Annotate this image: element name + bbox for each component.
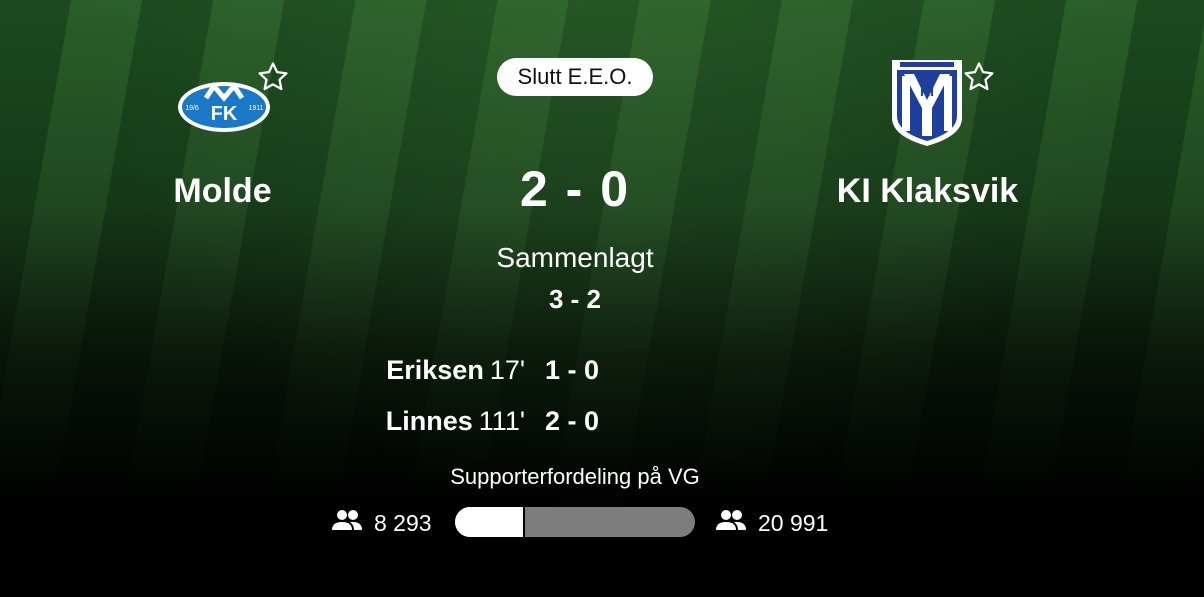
home-supporter-count-value: 8 293 bbox=[374, 509, 432, 536]
home-team-name[interactable]: Molde bbox=[110, 172, 335, 211]
match-status-badge: Slutt E.E.O. bbox=[497, 58, 653, 96]
home-supporter-share bbox=[455, 507, 523, 537]
goal-scorer: Eriksen bbox=[386, 354, 484, 385]
supporter-distribution-title: Supporterfordeling på VG bbox=[450, 464, 700, 489]
away-logo-text: KI bbox=[920, 83, 934, 99]
people-icon bbox=[330, 508, 374, 538]
bar-divider bbox=[522, 507, 525, 537]
goal-minute: 17' bbox=[489, 354, 525, 385]
goal-event-row: Eriksen 17' 1 - 0 bbox=[300, 350, 620, 390]
aggregate-score: 3 - 2 bbox=[548, 284, 602, 314]
away-team-logo[interactable]: KI bbox=[890, 58, 964, 148]
away-favorite-star-icon[interactable] bbox=[962, 60, 996, 94]
match-score: 2 - 0 bbox=[519, 161, 631, 217]
aggregate-label: Sammenlagt bbox=[496, 242, 654, 273]
goal-running-score: 2 - 0 bbox=[545, 405, 600, 436]
home-logo-year-right: 1911 bbox=[248, 105, 263, 112]
away-team-name[interactable]: KI Klaksvik bbox=[800, 172, 1055, 211]
home-supporter-count: 8 293 bbox=[330, 508, 432, 538]
supporter-distribution-bar bbox=[455, 507, 695, 537]
home-logo-year-left: 19/6 bbox=[185, 105, 199, 112]
home-favorite-star-icon[interactable] bbox=[256, 60, 290, 94]
away-supporter-count-value: 20 991 bbox=[758, 509, 829, 536]
goal-scorer: Linnes bbox=[385, 405, 473, 436]
home-logo-text: FK bbox=[211, 103, 238, 125]
away-supporter-count: 20 991 bbox=[714, 508, 828, 538]
people-icon bbox=[714, 508, 758, 538]
goal-running-score: 1 - 0 bbox=[545, 354, 600, 385]
goal-event-row: Linnes 111' 2 - 0 bbox=[300, 401, 620, 441]
goal-minute: 111' bbox=[478, 405, 525, 436]
